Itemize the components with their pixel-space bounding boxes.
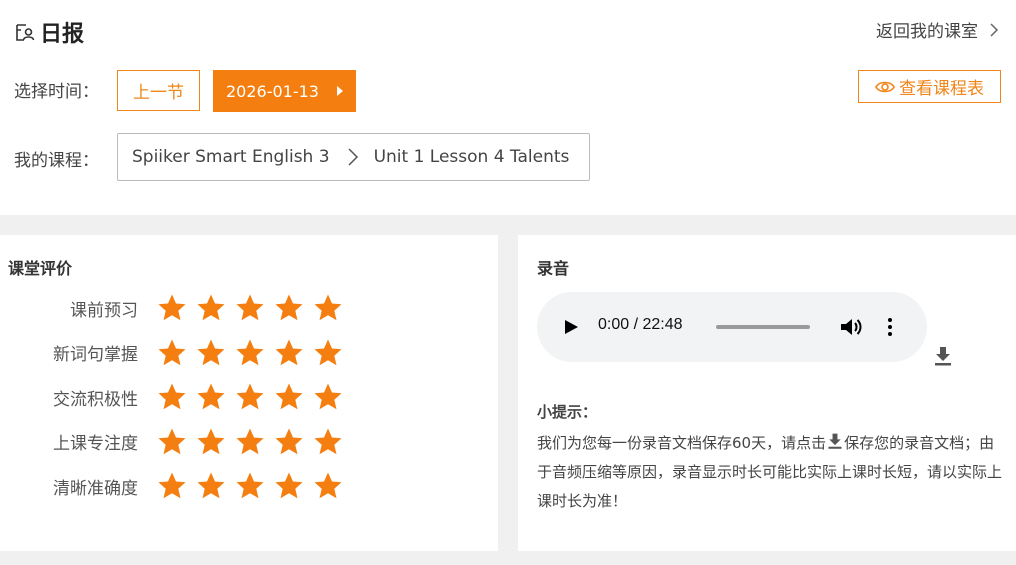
back-link-label: 返回我的课室 xyxy=(876,22,978,42)
view-schedule-button[interactable]: 查看课程表 xyxy=(858,70,1001,103)
tip-text: 我们为您每一份录音文档保存60天，请点击 保存您的录音文档；由于音频压缩等原因，… xyxy=(537,429,1009,516)
date-label: 2026-01-13 xyxy=(226,81,319,101)
download-icon xyxy=(828,433,842,449)
star-rating xyxy=(157,427,352,457)
eye-icon xyxy=(875,81,895,92)
star-icon xyxy=(236,383,264,410)
course-breadcrumb[interactable]: Spiiker Smart English 3 Unit 1 Lesson 4 … xyxy=(117,133,590,181)
caret-right-icon xyxy=(336,86,343,96)
star-icon xyxy=(236,472,264,499)
page-title: 日报 xyxy=(40,22,85,47)
more-vertical-icon[interactable] xyxy=(887,317,893,337)
rating-label: 上课专注度 xyxy=(53,434,138,454)
course-label: 我的课程： xyxy=(14,151,99,171)
tip-title: 小提示： xyxy=(537,403,598,421)
rating-row: 新词句掌握 xyxy=(0,333,498,373)
star-icon xyxy=(275,383,303,410)
top-section: 日报 返回我的课室 选择时间： 上一节 2026-01-13 查看课程表 我的课… xyxy=(0,0,1016,215)
star-icon xyxy=(158,294,186,321)
star-icon xyxy=(275,294,303,321)
star-icon xyxy=(158,339,186,365)
star-rating xyxy=(157,293,352,323)
rating-row: 清晰准确度 xyxy=(0,466,498,506)
star-icon xyxy=(314,294,342,321)
star-rating xyxy=(157,382,352,412)
rating-row: 上课专注度 xyxy=(0,422,498,462)
rating-label: 清晰准确度 xyxy=(53,478,138,499)
recording-panel: 录音 0:00 / 22:48 小提示： 我们为您每一份录音文档保存60天，请点… xyxy=(518,235,1016,551)
star-icon xyxy=(197,428,225,454)
star-icon xyxy=(314,383,342,410)
star-icon xyxy=(314,472,342,499)
course-lesson: Unit 1 Lesson 4 Talents xyxy=(373,147,570,167)
back-to-classroom-link[interactable]: 返回我的课室 xyxy=(876,17,1000,42)
star-icon xyxy=(158,472,186,499)
star-icon xyxy=(236,294,264,321)
star-icon xyxy=(236,339,264,365)
prev-lesson-button[interactable]: 上一节 xyxy=(117,70,200,111)
rating-row: 交流积极性 xyxy=(0,377,498,417)
star-icon xyxy=(314,428,342,454)
star-icon xyxy=(197,383,225,410)
volume-icon[interactable] xyxy=(839,316,863,338)
star-icon xyxy=(197,339,225,365)
rating-label: 新词句掌握 xyxy=(53,345,138,365)
chevron-right-icon xyxy=(990,22,999,37)
star-icon xyxy=(158,428,186,454)
star-icon xyxy=(275,428,303,454)
star-icon xyxy=(275,339,303,365)
star-icon xyxy=(197,294,225,321)
star-icon xyxy=(275,472,303,499)
star-rating xyxy=(157,471,352,501)
star-icon xyxy=(314,339,342,365)
download-icon[interactable] xyxy=(932,345,954,367)
recording-title: 录音 xyxy=(537,259,570,278)
tip-text-part1: 我们为您每一份录音文档保存60天，请点击 xyxy=(537,434,827,452)
rating-row: 课前预习 xyxy=(0,288,498,328)
rating-label: 交流积极性 xyxy=(53,389,138,410)
audio-time: 0:00 / 22:48 xyxy=(598,316,683,333)
audio-progress-bar[interactable] xyxy=(716,325,810,329)
audio-player[interactable]: 0:00 / 22:48 xyxy=(537,292,927,362)
view-schedule-label: 查看课程表 xyxy=(899,79,984,99)
evaluation-panel: 课堂评价 课前预习新词句掌握交流积极性上课专注度清晰准确度 xyxy=(0,235,498,551)
time-label: 选择时间： xyxy=(14,82,99,102)
star-icon xyxy=(158,383,186,410)
page-header: 日报 xyxy=(14,16,84,48)
star-icon xyxy=(236,428,264,454)
report-icon xyxy=(16,24,35,41)
play-icon[interactable] xyxy=(565,320,578,334)
evaluation-title: 课堂评价 xyxy=(8,259,73,278)
date-button[interactable]: 2026-01-13 xyxy=(213,70,356,112)
star-icon xyxy=(197,472,225,499)
star-rating xyxy=(157,338,352,368)
rating-label: 课前预习 xyxy=(70,300,138,321)
course-book: Spiiker Smart English 3 xyxy=(132,147,330,167)
chevron-right-icon xyxy=(348,148,358,166)
